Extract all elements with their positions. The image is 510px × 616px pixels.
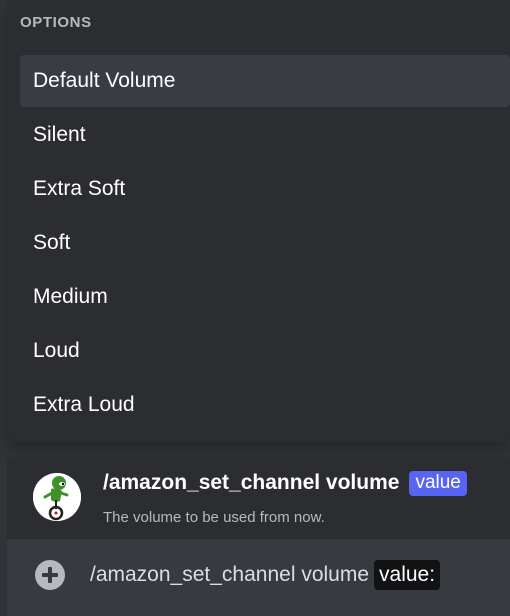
options-header: OPTIONS [20,14,92,31]
chat-input-bar[interactable]: /amazon_set_channel volume value: [7,539,510,616]
message-input[interactable]: /amazon_set_channel volume value: [90,560,441,590]
command-suggestion[interactable]: /amazon_set_channel volume value The volu… [7,457,510,539]
input-param-pill[interactable]: value: [374,560,441,590]
option-medium[interactable]: Medium [20,271,510,323]
bot-avatar [33,473,81,521]
plus-circle-icon[interactable] [35,560,65,590]
option-extra-soft[interactable]: Extra Soft [20,163,510,215]
option-soft[interactable]: Soft [20,217,510,269]
input-command-text: /amazon_set_channel volume [90,563,370,586]
command-description: The volume to be used from now. [103,509,325,526]
option-default-volume[interactable]: Default Volume [20,55,510,107]
app-window: OPTIONS Default Volume Silent Extra Soft… [0,0,510,616]
command-autocomplete: /amazon_set_channel volume value The volu… [7,457,510,616]
command-title: /amazon_set_channel volume value [103,471,467,496]
param-badge: value [409,471,467,496]
options-popup: OPTIONS Default Volume Silent Extra Soft… [7,0,510,442]
option-loud[interactable]: Loud [20,325,510,377]
command-name: /amazon_set_channel volume [103,471,400,494]
option-extra-loud[interactable]: Extra Loud [20,379,510,431]
option-silent[interactable]: Silent [20,109,510,161]
